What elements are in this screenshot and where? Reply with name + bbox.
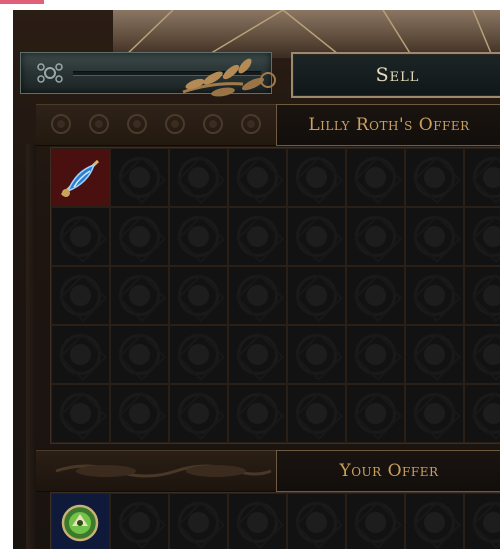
inventory-cell[interactable]: [170, 208, 227, 265]
their-offer-title-text: Lilly Roth's Offer: [308, 115, 470, 135]
inventory-cell[interactable]: [229, 326, 286, 383]
rosette-icon: [165, 114, 185, 134]
inventory-cell[interactable]: [406, 326, 463, 383]
inventory-cell[interactable]: [229, 494, 286, 549]
inventory-cell[interactable]: [288, 267, 345, 324]
inventory-cell[interactable]: [347, 326, 404, 383]
inventory-cell[interactable]: [229, 149, 286, 206]
inventory-cell[interactable]: [229, 267, 286, 324]
your-offer-grid: [50, 492, 500, 549]
inventory-cell[interactable]: [52, 494, 109, 549]
inventory-cell[interactable]: [52, 208, 109, 265]
inventory-cell[interactable]: [52, 267, 109, 324]
inventory-cell[interactable]: [111, 385, 168, 442]
inventory-cell[interactable]: [170, 326, 227, 383]
inventory-cell[interactable]: [170, 494, 227, 549]
inventory-cell[interactable]: [111, 149, 168, 206]
inventory-cell[interactable]: [52, 149, 109, 206]
panel-left-edge: [26, 144, 36, 549]
your-offer-title-text: Your Offer: [339, 461, 439, 481]
rosette-icon: [127, 114, 147, 134]
inventory-cell[interactable]: [52, 326, 109, 383]
your-offer-title: Your Offer: [276, 450, 500, 492]
their-offer-grid: [50, 147, 500, 444]
inventory-cell[interactable]: [347, 208, 404, 265]
inventory-cell[interactable]: [406, 208, 463, 265]
inventory-cell[interactable]: [111, 494, 168, 549]
offer-divider: [36, 450, 286, 492]
inventory-cell[interactable]: [111, 267, 168, 324]
rosette-icon: [203, 114, 223, 134]
inventory-cell[interactable]: [465, 208, 500, 265]
their-offer-title: Lilly Roth's Offer: [276, 104, 500, 146]
inventory-cell[interactable]: [406, 267, 463, 324]
inventory-cell[interactable]: [465, 326, 500, 383]
rosette-icon: [51, 114, 71, 134]
laurel-leaves-icon: [182, 58, 276, 97]
inventory-cell[interactable]: [170, 149, 227, 206]
rosette-icon: [89, 114, 109, 134]
inventory-cell[interactable]: [406, 385, 463, 442]
inventory-cell[interactable]: [465, 385, 500, 442]
inventory-cell[interactable]: [288, 149, 345, 206]
inventory-cell[interactable]: [406, 149, 463, 206]
inventory-cell[interactable]: [52, 385, 109, 442]
inventory-cell[interactable]: [111, 326, 168, 383]
inventory-cell[interactable]: [465, 267, 500, 324]
trade-panel: Sell Lilly Roth's Offer Your Offer: [13, 10, 500, 549]
inventory-cell[interactable]: [347, 149, 404, 206]
inventory-cell[interactable]: [288, 494, 345, 549]
sell-button-label: Sell: [375, 64, 420, 86]
green-amulet-item-icon[interactable]: [54, 496, 107, 549]
inventory-cell[interactable]: [465, 494, 500, 549]
inventory-cell[interactable]: [111, 208, 168, 265]
blue-feather-item-icon[interactable]: [54, 151, 107, 204]
app-root: Sell Lilly Roth's Offer Your Offer: [0, 0, 500, 549]
inventory-cell[interactable]: [288, 385, 345, 442]
inventory-cell[interactable]: [347, 267, 404, 324]
corner-tab: [0, 0, 44, 4]
inventory-cell[interactable]: [347, 494, 404, 549]
rosette-icon: [241, 114, 261, 134]
inventory-cell[interactable]: [288, 326, 345, 383]
inventory-cell[interactable]: [406, 494, 463, 549]
inventory-cell[interactable]: [465, 149, 500, 206]
inventory-cell[interactable]: [288, 208, 345, 265]
sell-button[interactable]: Sell: [291, 52, 500, 98]
inventory-cell[interactable]: [229, 385, 286, 442]
divider-ornament-icon: [55, 464, 272, 478]
inventory-cell[interactable]: [347, 385, 404, 442]
inventory-cell[interactable]: [170, 385, 227, 442]
inventory-cell[interactable]: [170, 267, 227, 324]
filigree-ornament-icon: [37, 63, 63, 83]
inventory-cell[interactable]: [229, 208, 286, 265]
fan-lines-decoration: [122, 10, 494, 58]
